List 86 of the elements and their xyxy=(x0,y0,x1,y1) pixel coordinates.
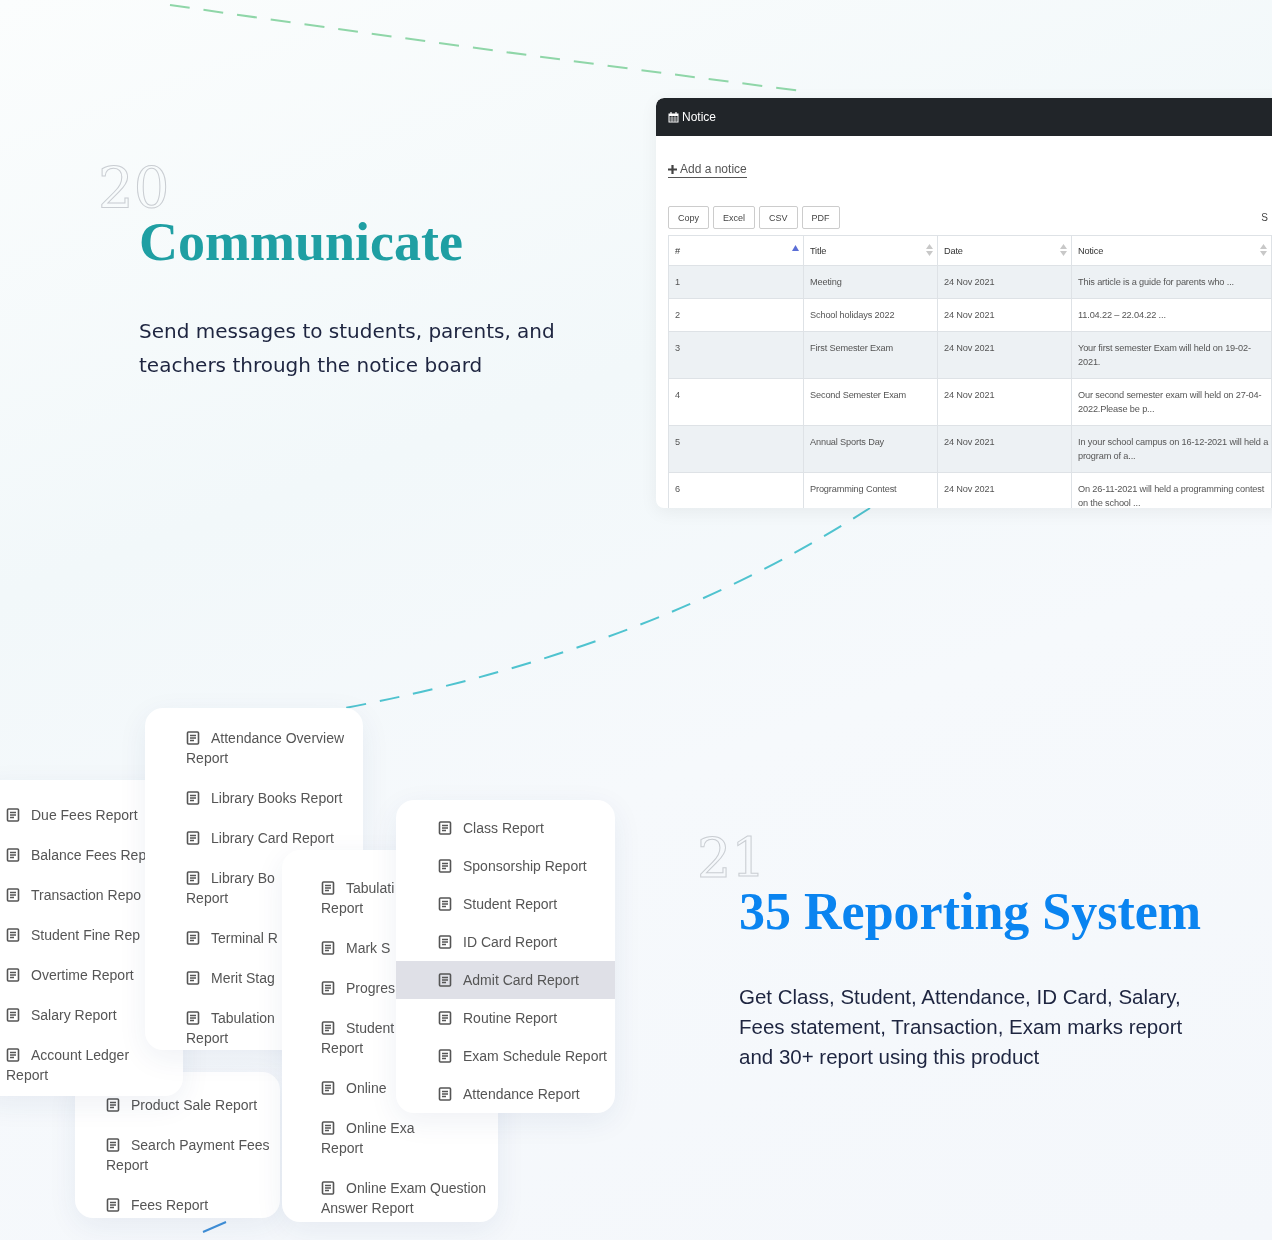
report-menu-item[interactable]: Exam Schedule Report xyxy=(396,1037,615,1075)
report-icon xyxy=(6,1048,20,1062)
export-button[interactable]: Excel xyxy=(713,206,756,229)
search-label: S xyxy=(1261,212,1268,223)
report-icon xyxy=(321,941,335,955)
report-icon xyxy=(186,731,200,745)
plus-icon xyxy=(668,164,677,174)
export-button[interactable]: Copy xyxy=(668,206,709,229)
panel-title: Notice xyxy=(682,110,716,124)
report-icon xyxy=(106,1098,120,1112)
report-menu-item[interactable]: Routine Report xyxy=(396,999,615,1037)
table-cell: Second Semester Exam xyxy=(803,378,938,426)
report-icon xyxy=(321,1021,335,1035)
table-cell: Annual Sports Day xyxy=(803,425,938,473)
report-menu-item[interactable]: Overtime Report xyxy=(0,955,183,995)
report-menu-item[interactable]: Sponsorship Report xyxy=(396,847,615,885)
column-header[interactable]: # xyxy=(668,235,804,266)
table-cell: 3 xyxy=(668,331,804,379)
table-cell: 11.04.22 – 22.04.22 ... xyxy=(1071,298,1272,332)
report-icon xyxy=(438,935,452,949)
report-icon xyxy=(438,1011,452,1025)
report-icon xyxy=(321,981,335,995)
report-menu-item[interactable]: Search Payment Fees Report xyxy=(75,1125,280,1185)
table-cell: 24 Nov 2021 xyxy=(937,298,1072,332)
report-icon xyxy=(321,1121,335,1135)
section-description: Send messages to students, parents, and teachers through the notice board xyxy=(139,318,556,379)
report-icon xyxy=(6,928,20,942)
table-cell: 4 xyxy=(668,378,804,426)
table-cell: 6 xyxy=(668,472,804,508)
table-cell: Our second semester exam will held on 27-04-2022.Please be p... xyxy=(1071,378,1272,426)
export-button[interactable]: PDF xyxy=(801,206,840,229)
table-cell: 24 Nov 2021 xyxy=(937,331,1072,379)
table-cell: 24 Nov 2021 xyxy=(937,378,1072,426)
report-menu-item[interactable]: ID Card Report xyxy=(396,923,615,961)
report-icon xyxy=(438,1049,452,1063)
table-cell: First Semester Exam xyxy=(803,331,938,379)
table-cell: This article is a guide for parents who ... xyxy=(1071,265,1272,299)
table-cell: 2 xyxy=(668,298,804,332)
report-menu-item[interactable]: Fees Report xyxy=(75,1185,280,1225)
table-cell: 24 Nov 2021 xyxy=(937,425,1072,473)
report-menu-item[interactable]: Student Fine Rep xyxy=(0,915,183,955)
report-menu-item[interactable]: Salary Report xyxy=(0,995,183,1035)
table-cell: Your first semester Exam will held on 19-02-2021. xyxy=(1071,331,1272,379)
report-menu-item[interactable]: Online Exam Question Answer Report xyxy=(282,1168,498,1228)
report-icon xyxy=(186,871,200,885)
report-icon xyxy=(438,859,452,873)
report-icon xyxy=(6,1008,20,1022)
report-icon xyxy=(186,791,200,805)
report-icon xyxy=(6,968,20,982)
column-header[interactable]: Notice xyxy=(1071,235,1272,266)
table-cell: In your school campus on 16-12-2021 will held a program of a... xyxy=(1071,425,1272,473)
report-menu-item[interactable]: Admit Card Report xyxy=(396,961,615,999)
report-icon xyxy=(106,1198,120,1212)
report-icon xyxy=(438,821,452,835)
table-cell: Meeting xyxy=(803,265,938,299)
section-description: Get Class, Student, Attendance, ID Card, Salary, Fees statement, Transaction, Exam marks report and 30+ report using this product xyxy=(739,984,1184,1070)
report-icon xyxy=(186,831,200,845)
report-icon xyxy=(321,881,335,895)
section-title: Communicate xyxy=(139,212,464,272)
report-menu-item[interactable]: Student Report xyxy=(396,885,615,923)
add-notice-link[interactable]: Add a notice xyxy=(668,162,747,178)
report-icon xyxy=(321,1181,335,1195)
report-menu-item[interactable]: Attendance Overview Report xyxy=(145,718,363,778)
column-header[interactable]: Title xyxy=(803,235,938,266)
table-cell: 24 Nov 2021 xyxy=(937,265,1072,299)
report-icon xyxy=(106,1138,120,1152)
table-cell: 1 xyxy=(668,265,804,299)
report-icon xyxy=(186,971,200,985)
report-icon xyxy=(321,1081,335,1095)
report-menu-item[interactable]: Transaction Repo xyxy=(0,875,183,915)
table-cell: School holidays 2022 xyxy=(803,298,938,332)
report-icon xyxy=(6,848,20,862)
report-icon xyxy=(6,888,20,902)
report-icon xyxy=(438,897,452,911)
report-icon xyxy=(186,931,200,945)
table-cell: 5 xyxy=(668,425,804,473)
report-icon xyxy=(186,1011,200,1025)
report-menu-item[interactable]: Class Report xyxy=(396,809,615,847)
report-icon xyxy=(438,973,452,987)
column-header[interactable]: Date xyxy=(937,235,1072,266)
dashed-curve xyxy=(202,1221,227,1233)
report-icon xyxy=(438,1087,452,1101)
export-button[interactable]: CSV xyxy=(759,206,798,229)
section-title: 35 Reporting System xyxy=(739,882,1202,942)
calendar-icon xyxy=(668,111,679,123)
report-icon xyxy=(6,808,20,822)
